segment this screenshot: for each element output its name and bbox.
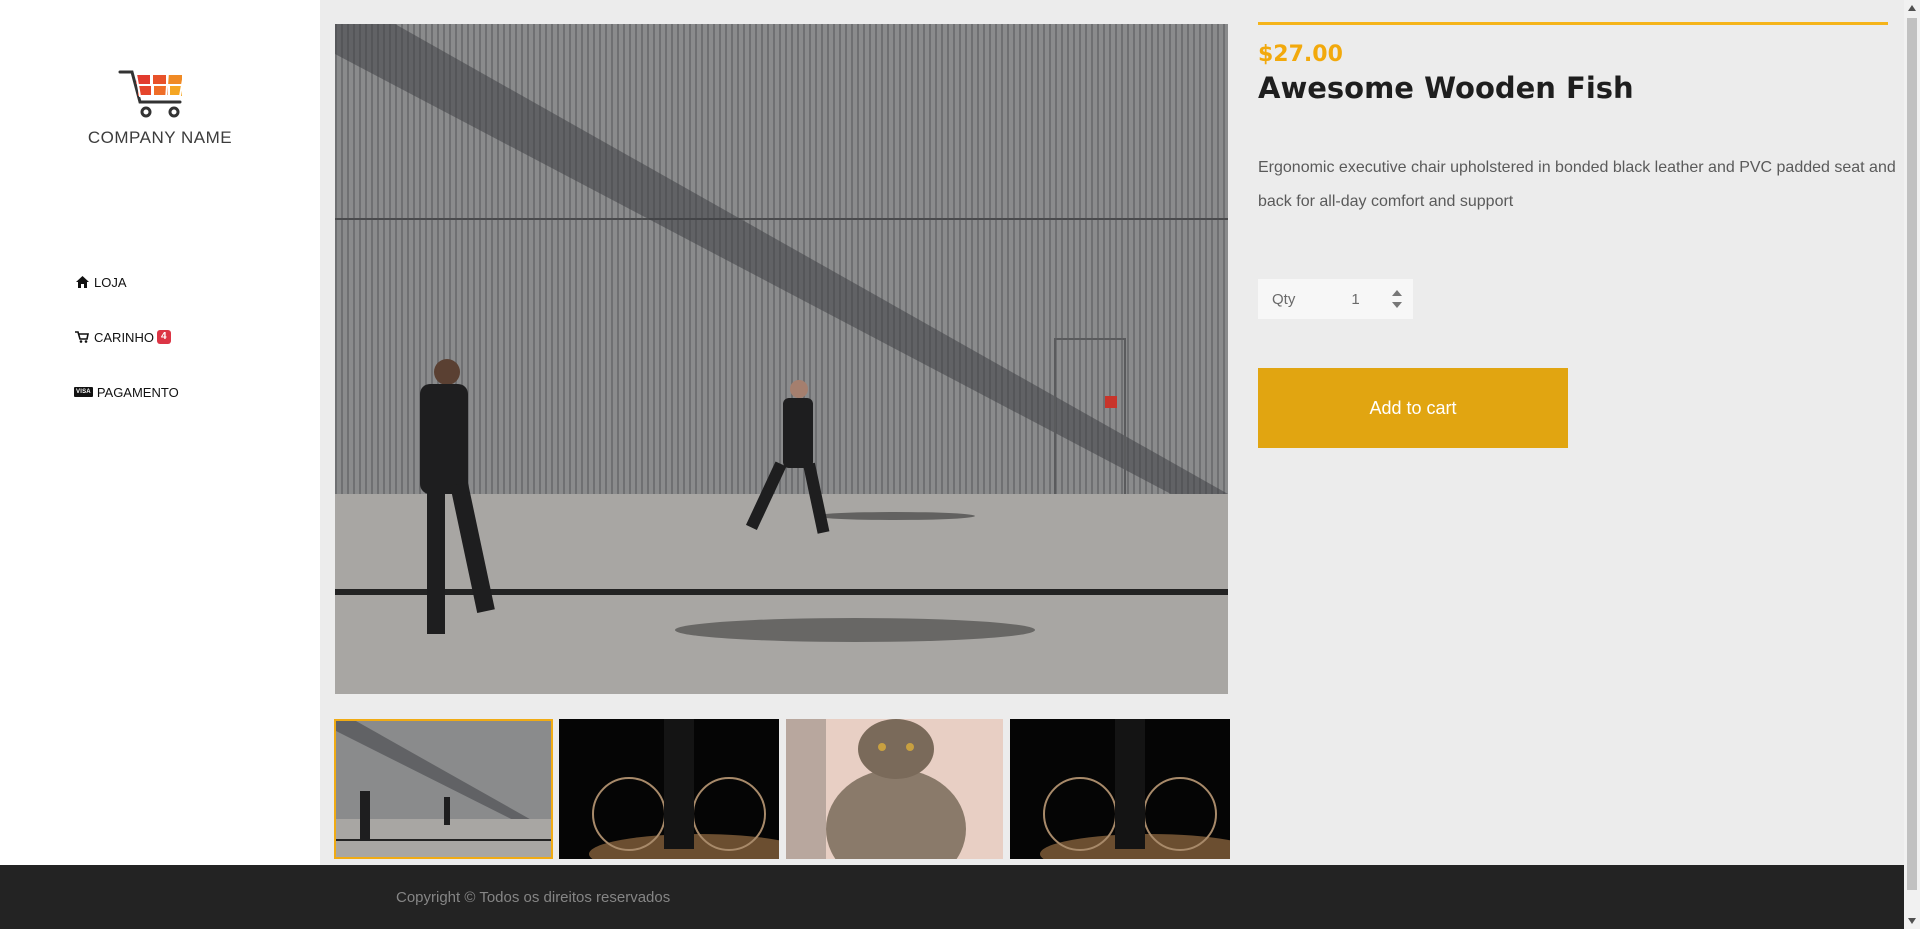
brand-logo[interactable]: COMPANY NAME — [0, 66, 320, 148]
nav-item-label: PAGAMENTO — [96, 384, 179, 400]
walking-people-thumbnail — [336, 721, 551, 857]
quantity-stepper[interactable] — [1391, 287, 1403, 311]
stepper-down-icon — [1392, 302, 1402, 308]
main-nav: LOJA CARINHO 4 VISA PAGAMENTO — [74, 270, 179, 435]
nav-item-loja[interactable]: LOJA — [74, 270, 179, 294]
nav-item-pagamento[interactable]: VISA PAGAMENTO — [74, 380, 179, 404]
walking-people-photo — [335, 24, 1228, 694]
scroll-up-arrow-icon[interactable] — [1904, 0, 1920, 16]
scrollbar-thumb[interactable] — [1907, 18, 1917, 890]
sidebar: COMPANY NAME LOJA CARINHO 4 VISA PAGAMEN… — [0, 0, 320, 865]
thumbnail-cat[interactable] — [786, 719, 1003, 859]
thumbnail-walking-people[interactable] — [334, 719, 553, 859]
bicycle-thumbnail — [1010, 719, 1230, 859]
copyright-text: Copyright © Todos os direitos reservados — [396, 889, 671, 906]
bicycle-thumbnail — [559, 719, 779, 859]
shopping-cart-logo-icon — [118, 70, 186, 118]
cat-thumbnail — [786, 719, 1003, 859]
product-price: $27.00 — [1258, 42, 1343, 67]
thumbnail-bicycle-2[interactable] — [1010, 719, 1230, 859]
company-name: COMPANY NAME — [87, 128, 233, 147]
product-info: $27.00 Awesome Wooden Fish Ergonomic exe… — [1258, 22, 1896, 448]
accent-divider — [1258, 22, 1888, 25]
visa-card-icon: VISA — [74, 387, 93, 397]
add-to-cart-button[interactable]: Add to cart — [1258, 368, 1568, 448]
page-scrollbar[interactable] — [1904, 0, 1920, 929]
product-title: Awesome Wooden Fish — [1258, 71, 1634, 105]
product-description: Ergonomic executive chair upholstered in… — [1258, 159, 1896, 210]
stepper-up-icon — [1392, 290, 1402, 296]
home-icon — [74, 275, 90, 289]
nav-item-label: CARINHO — [94, 329, 154, 345]
nav-item-label: LOJA — [94, 274, 127, 290]
quantity-label: Qty — [1272, 290, 1296, 308]
footer: Copyright © Todos os direitos reservados — [0, 865, 1904, 929]
product-main-image — [335, 24, 1228, 694]
thumbnail-bicycle[interactable] — [559, 719, 779, 859]
nav-item-carinho[interactable]: CARINHO 4 — [74, 325, 179, 349]
quantity-field[interactable]: Qty 1 — [1258, 279, 1413, 319]
quantity-input[interactable]: 1 — [1351, 291, 1371, 308]
scroll-down-arrow-icon[interactable] — [1904, 913, 1920, 929]
cart-count-badge: 4 — [156, 330, 171, 344]
cart-icon — [74, 330, 90, 344]
